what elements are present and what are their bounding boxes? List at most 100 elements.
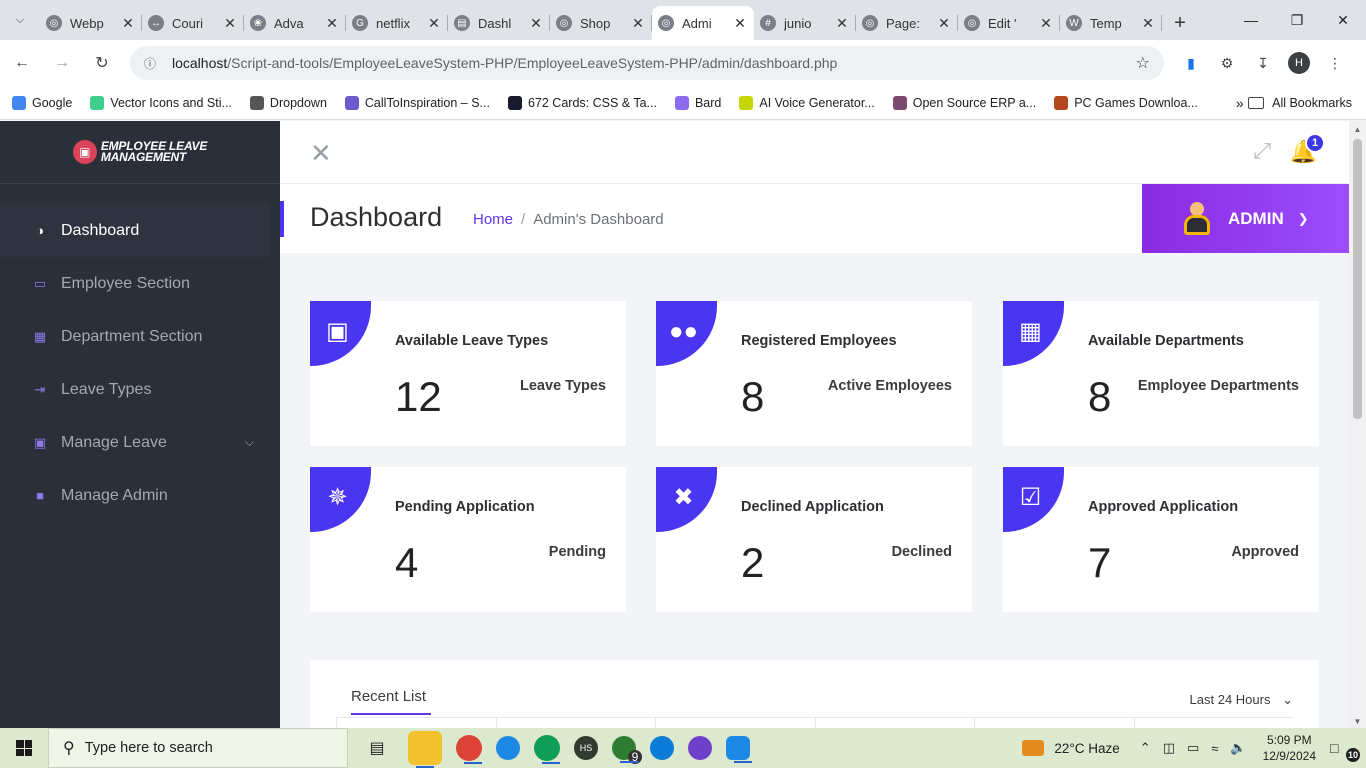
close-tab-icon[interactable]: ✕ [732,15,748,32]
stat-card[interactable]: ●● Registered Employees 8 Active Employees [656,301,972,446]
vscode-icon[interactable] [726,736,752,763]
close-tab-icon[interactable]: ✕ [1038,15,1054,32]
new-tab-button[interactable]: + [1162,6,1198,40]
sidebar-item-manage-leave[interactable]: ▣ Manage Leave ⌵ [0,416,280,469]
edge-icon[interactable] [650,736,674,760]
browser-tab[interactable]: W Temp ✕ [1060,6,1162,40]
volume-icon[interactable]: 🔈 [1230,740,1246,756]
time-filter-select[interactable]: Last 24 Hours ⌄ [1190,692,1293,708]
browser-tab[interactable]: ◎ Admi ✕ [652,6,754,40]
stat-card[interactable]: ✵ Pending Application 4 Pending [310,467,626,612]
recent-list-tab[interactable]: Recent List [351,688,426,705]
fullscreen-icon[interactable]: ⤢ [1253,138,1271,164]
restore-icon[interactable]: ❐ [1274,0,1320,40]
sidebar-item-manage-admin[interactable]: ■ Manage Admin [0,469,280,522]
sidebar-item-employee-section[interactable]: ▭ Employee Section [0,257,280,310]
browser-tab[interactable]: # junio ✕ [754,6,856,40]
forward-button[interactable]: → [44,45,80,81]
extensions-icon[interactable]: ⚙ [1216,52,1238,74]
whatsapp-icon[interactable]: 9 [612,736,642,764]
browser-tab[interactable]: ◎ Page: ✕ [856,6,958,40]
spinner-icon: ✵ [310,467,371,532]
breadcrumb-home-link[interactable]: Home [473,211,513,228]
browser-tab[interactable]: ◎ Webp ✕ [40,6,142,40]
scroll-down-icon[interactable]: ▼ [1349,717,1366,726]
clock[interactable]: 5:09 PM 12/9/2024 [1263,732,1316,764]
tab-search-button[interactable]: ⌵ [0,0,40,40]
bookmarks-overflow-icon[interactable]: » [1236,95,1244,111]
sidebar-item-dashboard[interactable]: ◑ Dashboard [0,204,270,257]
sidebar-item-department-section[interactable]: ▦ Department Section [0,310,280,363]
hs-app-icon[interactable]: HS [574,736,598,760]
browser-tab[interactable]: Gnetflix ✕ [346,6,448,40]
stat-card-title: Declined Application [741,499,884,515]
close-tab-icon[interactable]: ✕ [834,15,850,32]
close-tab-icon[interactable]: ✕ [426,15,442,32]
app-logo[interactable]: ▣ Employee Leave Management [0,121,280,184]
bookmark-item[interactable]: 672 Cards: CSS & Ta... [507,95,657,110]
chrome-profile-icon[interactable] [534,735,560,764]
reload-button[interactable]: ↻ [84,45,120,81]
browser-tab[interactable]: ◎ Shop ✕ [550,6,652,40]
notification-center-icon[interactable]: □ 10 [1330,740,1366,762]
reading-list-icon[interactable]: ▮ [1180,52,1202,74]
close-sidebar-icon[interactable]: ✕ [310,140,332,166]
browser-menu-icon[interactable]: ⋮ [1324,52,1346,74]
chrome-icon[interactable] [456,735,482,764]
scrollbar-thumb[interactable] [1353,139,1362,419]
close-tab-icon[interactable]: ✕ [936,15,952,32]
bookmark-item[interactable]: Dropdown [249,95,327,110]
battery-icon[interactable]: ▭ [1187,740,1199,756]
stat-card[interactable]: ▦ Available Departments 8 Employee Departme… [1003,301,1319,446]
page-scrollbar[interactable]: ▲ ▼ [1349,121,1366,728]
close-window-icon[interactable]: ✕ [1320,0,1366,40]
scroll-up-icon[interactable]: ▲ [1349,125,1366,134]
browser-tab[interactable]: ↔ Couri ✕ [142,6,244,40]
close-tab-icon[interactable]: ✕ [222,15,238,32]
weather-widget[interactable]: 22°C Haze [1022,740,1120,756]
start-button[interactable] [0,728,48,768]
file-explorer-icon[interactable] [408,731,442,768]
github-icon[interactable] [688,736,712,760]
bookmark-favicon-icon [892,95,907,110]
stat-card[interactable]: ☑ Approved Application 7 Approved [1003,467,1319,612]
profile-avatar[interactable]: H [1288,52,1310,74]
chevron-up-icon[interactable]: ⌃ [1140,740,1151,756]
bookmark-item[interactable]: CallToInspiration – S... [344,95,490,110]
bookmark-star-icon[interactable]: ☆ [1136,53,1150,73]
breadcrumb-current: Admin's Dashboard [533,211,664,228]
browser-tab[interactable]: ▤ Dashl ✕ [448,6,550,40]
stat-card-subtitle: Active Employees [827,378,952,394]
wifi-icon[interactable]: ≈ [1211,741,1218,756]
site-info-icon[interactable]: ⓘ [144,55,162,72]
close-tab-icon[interactable]: ✕ [630,15,646,32]
url-input[interactable]: ⓘ localhost/Script-and-tools/EmployeeLea… [130,46,1164,80]
network-adapter-icon[interactable]: ◫ [1163,740,1175,756]
close-tab-icon[interactable]: ✕ [324,15,340,32]
admin-user-menu[interactable]: ADMIN ❯ [1142,184,1349,253]
bookmark-item[interactable]: PC Games Downloa... [1054,95,1198,110]
stat-card-value: 2 [741,539,765,586]
all-bookmarks-button[interactable]: All Bookmarks [1248,96,1352,110]
sidebar-item-label: Dashboard [61,221,140,239]
close-tab-icon[interactable]: ✕ [528,15,544,32]
taskbar-search-input[interactable]: ⚲ Type here to search [48,728,348,768]
download-icon[interactable]: ↧ [1252,52,1274,74]
bookmark-item[interactable]: AI Voice Generator... [739,95,875,110]
bookmark-item[interactable]: Vector Icons and Sti... [90,95,232,110]
close-tab-icon[interactable]: ✕ [120,15,136,32]
sidebar-item-leave-types[interactable]: ⇥ Leave Types [0,363,280,416]
task-view-icon[interactable]: ▤ [360,731,394,765]
stat-card-title: Available Departments [1088,333,1244,349]
close-tab-icon[interactable]: ✕ [1140,15,1156,32]
bookmark-item[interactable]: Bard [674,95,721,110]
back-button[interactable]: ← [4,45,40,81]
browser-tab[interactable]: ❀ Adva ✕ [244,6,346,40]
stat-card[interactable]: ✖ Declined Application 2 Declined [656,467,972,612]
browser-tab[interactable]: ◎ Edit ' ✕ [958,6,1060,40]
bookmark-item[interactable]: Open Source ERP a... [892,95,1036,110]
app-icon-blue[interactable] [496,736,520,760]
stat-card[interactable]: ▣ Available Leave Types 12 Leave Types [310,301,626,446]
bookmark-item[interactable]: Google [12,95,72,110]
minimize-icon[interactable]: — [1228,0,1274,40]
